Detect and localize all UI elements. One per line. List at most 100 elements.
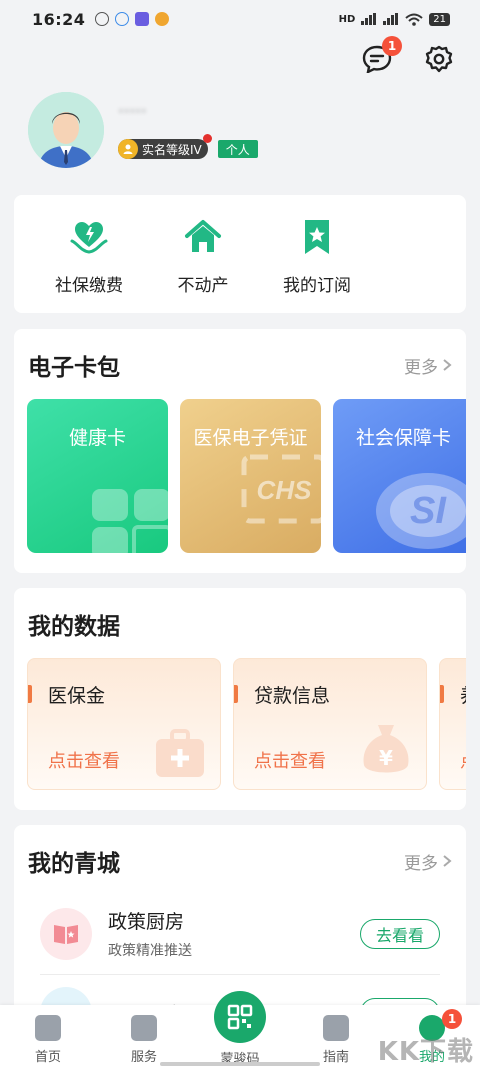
my-data-card: 我的数据 医保金 点击查看 贷款信息 点击查看 ¥ 养 点	[14, 588, 466, 810]
home-indicator[interactable]	[160, 1062, 320, 1066]
tab-services[interactable]: 服务	[96, 1005, 192, 1070]
account-type-tag: 个人	[217, 140, 258, 158]
city-more-link[interactable]: 更多	[404, 849, 452, 874]
quick-my-subscriptions[interactable]: 我的订阅	[260, 195, 374, 313]
social-security-logo-icon: SI	[376, 473, 466, 549]
list-item-policy-kitchen[interactable]: 政策厨房 政策精准推送 去看看	[40, 907, 440, 960]
qr-code-icon	[214, 991, 266, 1043]
guide-document-icon	[323, 1015, 349, 1041]
policy-book-icon	[40, 907, 92, 960]
city-item-subtitle: 政策精准推送	[108, 943, 192, 959]
wallet-more-link[interactable]: 更多	[404, 353, 452, 378]
quick-label: 不动产	[177, 276, 229, 296]
e-wallet-card: 电子卡包 更多 健康卡 医保电子凭证 CHS 社会保障卡 SI	[14, 329, 466, 573]
notification-weibo-icon	[155, 12, 170, 26]
tab-home[interactable]: 首页	[0, 1005, 96, 1070]
city-item-title: 政策厨房	[108, 911, 185, 933]
social-security-card[interactable]: 社会保障卡 SI	[333, 399, 466, 553]
quick-actions-card: 社保缴费 不动产 我的订阅	[14, 195, 466, 313]
medical-insurance-fund-card[interactable]: 医保金 点击查看	[27, 658, 221, 790]
bookmark-star-icon	[305, 220, 329, 254]
data-title: 医保金	[48, 685, 106, 707]
quick-label: 我的订阅	[283, 276, 351, 296]
signal-5g-icon	[383, 13, 399, 25]
level-red-dot	[202, 134, 212, 143]
svg-text:CHS: CHS	[257, 475, 313, 505]
user-name: ·····	[118, 101, 147, 122]
money-bag-icon: ¥	[363, 725, 409, 773]
settings-button[interactable]	[422, 42, 456, 76]
wallet-cards: 健康卡 医保电子凭证 CHS 社会保障卡 SI	[27, 399, 466, 553]
my-city-title: 我的青城	[28, 851, 120, 877]
accent-bar	[28, 685, 32, 703]
tab-label: 首页	[34, 1050, 61, 1065]
accent-bar	[234, 685, 238, 703]
status-time: 16:24	[32, 9, 86, 29]
watermark-logo: KK下载	[377, 1037, 474, 1067]
home-icon	[35, 1015, 61, 1041]
svg-text:SI: SI	[410, 490, 447, 532]
chevron-right-icon	[443, 359, 452, 371]
messages-button[interactable]: 1	[360, 36, 402, 76]
loan-info-card[interactable]: 贷款信息 点击查看 ¥	[233, 658, 427, 790]
more-label: 更多	[404, 853, 438, 874]
avatar[interactable]	[28, 92, 104, 168]
tab-label: 服务	[130, 1050, 157, 1065]
chs-logo-icon: CHS	[241, 454, 321, 524]
user-meta: ····· 实名等级IV 个人	[118, 101, 258, 159]
wallet-title: 电子卡包	[28, 355, 120, 381]
mine-badge: 1	[442, 1009, 462, 1029]
wallet-header: 电子卡包 更多	[14, 329, 466, 401]
medical-kit-icon	[156, 729, 204, 777]
user-tags: 实名等级IV 个人	[118, 134, 258, 159]
status-right: HD 21	[338, 12, 450, 26]
my-city-header: 我的青城 更多	[14, 825, 466, 897]
wifi-icon	[405, 13, 423, 26]
data-cards: 医保金 点击查看 贷款信息 点击查看 ¥ 养 点	[27, 658, 466, 790]
data-title: 养	[460, 681, 466, 708]
notification-app-icon	[135, 12, 150, 26]
notification-k-icon	[95, 12, 110, 26]
services-bookmark-icon	[131, 1015, 157, 1041]
verification-level-label: 实名等级IV	[142, 142, 202, 157]
quick-social-insurance-payment[interactable]: 社保缴费	[32, 195, 146, 313]
hd-label: HD	[338, 13, 356, 25]
gear-icon	[425, 45, 453, 73]
chevron-right-icon	[443, 855, 452, 867]
list-divider	[40, 974, 440, 975]
profile-header[interactable]: ····· 实名等级IV 个人	[28, 92, 258, 168]
data-title: 贷款信息	[254, 685, 331, 707]
my-data-title: 我的数据	[28, 614, 120, 640]
data-link[interactable]: 点击查看	[48, 747, 120, 773]
top-actions: 1	[360, 36, 456, 76]
more-label: 更多	[404, 357, 438, 378]
verified-user-icon	[118, 139, 138, 159]
bottom-tab-bar: 首页 服务 蒙骏码 指南 我的 1 KK下载	[0, 991, 480, 1070]
data-link[interactable]: 点	[460, 747, 466, 773]
social-security-label: 社会保障卡	[355, 427, 451, 449]
notification-q-icon	[115, 12, 130, 26]
svg-text:¥: ¥	[379, 746, 393, 770]
data-link[interactable]: 点击查看	[254, 747, 326, 773]
quick-label: 社保缴费	[55, 276, 123, 296]
status-app-icons	[95, 12, 170, 26]
tab-mengjun-code[interactable]: 蒙骏码	[192, 991, 288, 1070]
city-item-text: 政策厨房 政策精准推送	[108, 907, 192, 960]
battery-level: 21	[429, 12, 450, 26]
grid-app-icon	[92, 489, 168, 553]
tab-guide[interactable]: 指南	[288, 1005, 384, 1070]
go-see-button[interactable]: 去看看	[360, 918, 440, 949]
house-icon	[185, 220, 221, 252]
avatar-person-icon	[28, 92, 104, 168]
message-badge: 1	[382, 36, 402, 56]
medical-voucher-label: 医保电子凭证	[193, 427, 308, 449]
partial-data-card[interactable]: 养 点	[439, 658, 466, 790]
signal-4g-icon	[361, 13, 377, 25]
medical-insurance-voucher-card[interactable]: 医保电子凭证 CHS	[180, 399, 321, 553]
health-card[interactable]: 健康卡	[27, 399, 168, 553]
accent-bar	[440, 685, 444, 703]
status-bar: 16:24 HD 21	[0, 0, 480, 38]
verification-level-tag[interactable]: 实名等级IV	[118, 134, 212, 159]
my-data-header: 我的数据	[14, 588, 466, 660]
quick-real-estate[interactable]: 不动产	[146, 195, 260, 313]
